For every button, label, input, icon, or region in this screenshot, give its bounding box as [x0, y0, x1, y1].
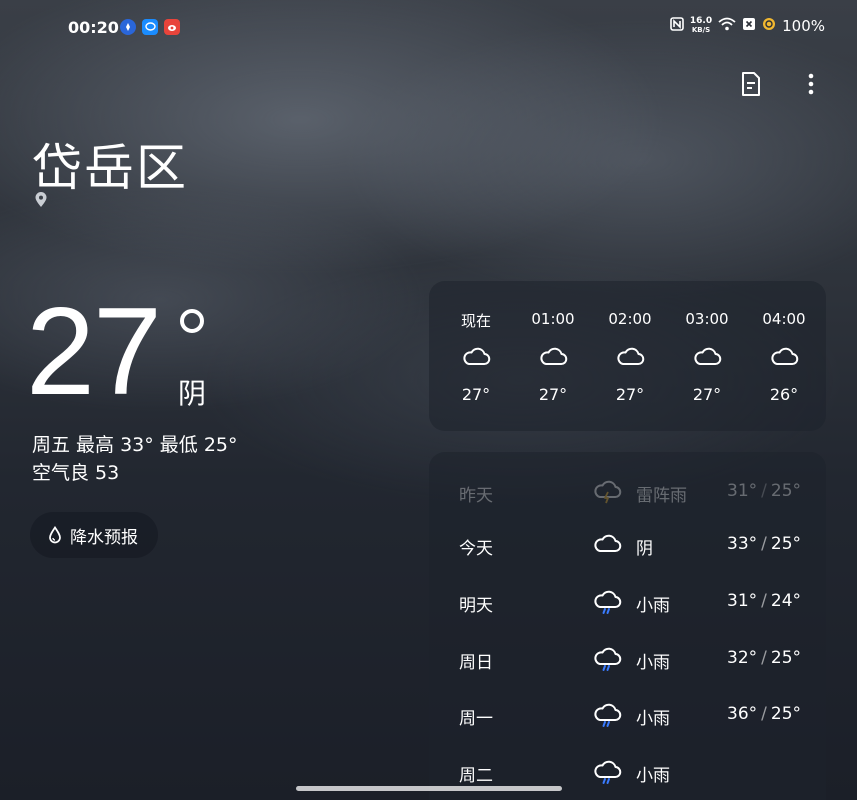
- battery-saver-icon: [762, 17, 776, 35]
- location-name: 岱岳区: [32, 139, 188, 197]
- daily-condition: 小雨: [636, 709, 670, 729]
- status-time: 00:20: [68, 18, 119, 37]
- daily-high: 33°: [727, 534, 758, 554]
- hourly-time: 现在: [460, 312, 491, 330]
- daily-condition: 小雨: [636, 766, 670, 786]
- light-rain-icon: [592, 589, 622, 615]
- daily-low: 25°: [770, 704, 802, 724]
- daily-row[interactable]: 昨天 雷阵雨 31°/25°: [429, 471, 826, 511]
- wifi-icon: [718, 17, 736, 35]
- hourly-time: 04:00: [762, 310, 806, 328]
- hourly-time: 01:00: [531, 310, 575, 328]
- light-rain-icon: [592, 759, 622, 785]
- daily-temp-range: 36°/25°: [727, 704, 802, 724]
- air-quality[interactable]: 空气良 53: [32, 458, 119, 485]
- more-vertical-icon: [808, 73, 814, 95]
- daily-row[interactable]: 明天 小雨 31°/24°: [429, 581, 826, 621]
- status-right: 16.0 KB/S 100%: [670, 17, 825, 35]
- no-sim-icon: [742, 17, 756, 35]
- hourly-temp: 27°: [461, 385, 491, 404]
- document-icon: [742, 72, 760, 96]
- daily-low: 24°: [770, 591, 802, 611]
- daily-day: 明天: [459, 596, 493, 616]
- daily-low: 25°: [770, 534, 802, 554]
- daily-row[interactable]: 周日 小雨 32°/25°: [429, 638, 826, 678]
- light-rain-icon: [592, 702, 622, 728]
- precipitation-forecast-button[interactable]: 降水预报: [30, 512, 158, 558]
- precipitation-forecast-label: 降水预报: [70, 527, 138, 548]
- daily-high: 31°: [727, 481, 758, 501]
- daily-day: 周一: [459, 709, 493, 729]
- status-bar: 00:20 16.0 KB/S 100%: [0, 0, 857, 56]
- daily-low: 25°: [770, 648, 802, 668]
- compass-app-icon: [120, 19, 136, 35]
- daily-condition: 阴: [636, 539, 653, 559]
- current-temperature: 27: [26, 283, 162, 421]
- cloudy-icon: [592, 532, 622, 558]
- daily-row[interactable]: 周二 小雨: [429, 751, 826, 791]
- daily-high: 36°: [727, 704, 758, 724]
- hourly-temp: 27°: [538, 385, 568, 404]
- more-menu-button[interactable]: [797, 70, 825, 98]
- cloudy-icon: [461, 345, 491, 367]
- daily-row[interactable]: 今天 阴 33°/25°: [429, 524, 826, 564]
- degree-symbol: [180, 309, 204, 333]
- daily-condition: 小雨: [636, 653, 670, 673]
- daily-low: 25°: [770, 481, 802, 501]
- notification-icons: [120, 19, 180, 35]
- daily-temp-range: 33°/25°: [727, 534, 802, 554]
- daily-temp-range: 31°/24°: [727, 591, 802, 611]
- daily-forecast-card[interactable]: 昨天 雷阵雨 31°/25° 今天阴 33°/25° 明天 小雨 31°/24° 周日 小雨 32°…: [429, 452, 826, 800]
- city-list-button[interactable]: [737, 70, 765, 98]
- hourly-time: 02:00: [608, 310, 652, 328]
- daily-condition: 小雨: [636, 596, 670, 616]
- net-speed-value: 16.0: [689, 16, 713, 26]
- daily-day: 周二: [459, 766, 493, 786]
- cloudy-icon: [538, 345, 568, 367]
- hourly-time: 03:00: [685, 310, 729, 328]
- cloudy-icon: [692, 345, 722, 367]
- daily-high: 31°: [727, 591, 758, 611]
- hourly-forecast-card[interactable]: 现在 27° 01:00 27° 02:00 27° 03:00 27° 04:00 26°: [429, 281, 826, 431]
- light-rain-icon: [592, 646, 622, 672]
- hourly-temp: 26°: [769, 385, 799, 404]
- battery-level: 100%: [782, 17, 825, 35]
- daily-row[interactable]: 周一 小雨 36°/25°: [429, 694, 826, 734]
- weibo-app-icon: [164, 19, 180, 35]
- daily-day: 昨天: [459, 486, 493, 506]
- daily-temp-range: 32°/25°: [727, 648, 802, 668]
- daily-temp-range: 31°/25°: [727, 481, 802, 501]
- daily-day: 今天: [459, 539, 493, 559]
- net-speed-unit: KB/S: [691, 26, 711, 34]
- daily-high: 32°: [727, 648, 758, 668]
- cloudy-icon: [615, 345, 645, 367]
- nfc-icon: [670, 17, 684, 35]
- location-pin-icon: [34, 192, 48, 212]
- thunderstorm-icon: [592, 479, 622, 505]
- hourly-temp: 27°: [692, 385, 722, 404]
- home-indicator[interactable]: [296, 786, 562, 791]
- current-condition: 阴: [178, 377, 207, 410]
- message-app-icon: [142, 19, 158, 35]
- daily-day: 周日: [459, 653, 493, 673]
- water-drop-icon: [49, 526, 61, 544]
- hourly-temp: 27°: [615, 385, 645, 404]
- cloudy-icon: [769, 345, 799, 367]
- net-speed: 16.0 KB/S: [690, 17, 712, 35]
- daily-condition: 雷阵雨: [636, 486, 687, 506]
- today-high-low: 周五 最高 33° 最低 25°: [32, 434, 238, 456]
